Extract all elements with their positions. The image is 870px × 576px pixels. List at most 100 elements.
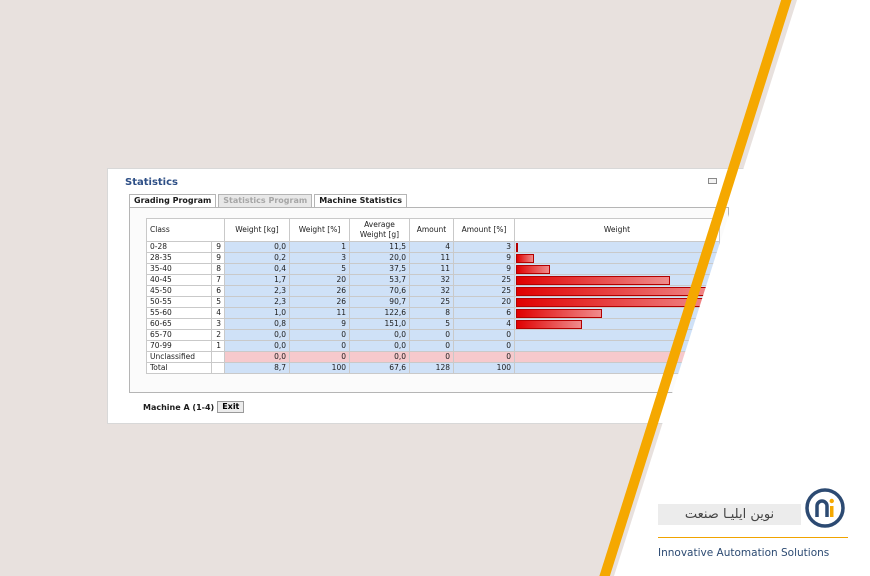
cell-weight-pct: 9: [289, 318, 350, 330]
cell-average-weight: 90,7: [349, 296, 410, 308]
cell-weight-bar: [514, 285, 720, 297]
table-row: 40-45 7 1,7 20 53,7 32 25: [146, 274, 720, 286]
table-row: 60-65 3 0,8 9 151,0 5 4: [146, 318, 720, 330]
cell-class: 40-45: [146, 274, 212, 286]
cell-weight-bar: [514, 296, 720, 308]
cell-class: 55-60: [146, 307, 212, 319]
cell-amount: 0: [409, 329, 454, 341]
cell-machine-number: 7: [211, 274, 225, 286]
cell-machine-number: 9: [211, 241, 225, 253]
cell-machine-number: 4: [211, 307, 225, 319]
cell-weight-pct: 0: [289, 351, 350, 363]
table-row: 45-50 6 2,3 26 70,6 32 25: [146, 285, 720, 297]
cell-weight-kg: 1,7: [224, 274, 290, 286]
cell-weight-kg: 1,0: [224, 307, 290, 319]
cell-weight-pct: 5: [289, 263, 350, 275]
cell-class: Unclassified: [146, 351, 212, 363]
cell-amount: 4: [409, 241, 454, 253]
cell-class: 65-70: [146, 329, 212, 341]
table-header-row: Class Weight [kg] Weight [%] Average Wei…: [146, 218, 720, 242]
cell-weight-kg: 0,4: [224, 263, 290, 275]
cell-weight-kg: 2,3: [224, 285, 290, 297]
weight-bar: [516, 276, 670, 285]
cell-weight-bar: [514, 263, 720, 275]
cell-machine-number: 6: [211, 285, 225, 297]
weight-bar: [516, 298, 716, 307]
cell-average-weight: 20,0: [349, 252, 410, 264]
cell-weight-bar: [514, 362, 720, 374]
table-body: 0-28 9 0,0 1 11,5 4 3 28-35 9 0,2 3 20,0 11 9 35-40 8 0,…: [146, 241, 720, 374]
cell-weight-kg: 0,0: [224, 340, 290, 352]
cell-weight-kg: 0,0: [224, 329, 290, 341]
cell-weight-bar: [514, 274, 720, 286]
cell-machine-number: [211, 362, 225, 374]
logo-mark-icon: [805, 488, 845, 528]
statistics-window: Statistics Grading Program Statistics Pr…: [107, 168, 757, 424]
table-row: Total 8,7 100 67,6 128 100: [146, 362, 720, 374]
header-weight-bar: Weight: [514, 218, 720, 242]
cell-class: 45-50: [146, 285, 212, 297]
cell-amount: 32: [409, 285, 454, 297]
cell-class: Total: [146, 362, 212, 374]
cell-weight-pct: 1: [289, 241, 350, 253]
cell-average-weight: 122,6: [349, 307, 410, 319]
grading-panel: Class Weight [kg] Weight [%] Average Wei…: [129, 207, 729, 393]
cell-weight-kg: 2,3: [224, 296, 290, 308]
cell-average-weight: 70,6: [349, 285, 410, 297]
cell-weight-pct: 100: [289, 362, 350, 374]
cell-amount: 11: [409, 252, 454, 264]
header-weight-kg: Weight [kg]: [224, 218, 290, 242]
tab-statistics-program[interactable]: Statistics Program: [218, 194, 313, 207]
cell-average-weight: 37,5: [349, 263, 410, 275]
cell-average-weight: 0,0: [349, 351, 410, 363]
cell-amount: 128: [409, 362, 454, 374]
weight-bar: [516, 254, 534, 263]
cell-amount: 32: [409, 274, 454, 286]
cell-amount-pct: 0: [453, 351, 515, 363]
cell-amount-pct: 9: [453, 263, 515, 275]
cell-class: 70-99: [146, 340, 212, 352]
cell-weight-pct: 26: [289, 285, 350, 297]
logo-english-name: Innovative Automation Solutions: [658, 547, 830, 559]
exit-button[interactable]: Exit: [217, 401, 245, 413]
header-amount-pct: Amount [%]: [453, 218, 515, 242]
cell-machine-number: 9: [211, 252, 225, 264]
cell-class: 35-40: [146, 263, 212, 275]
cell-amount-pct: 0: [453, 340, 515, 352]
cell-weight-bar: [514, 252, 720, 264]
cell-machine-number: 1: [211, 340, 225, 352]
header-class: Class: [146, 218, 225, 242]
table-row: 35-40 8 0,4 5 37,5 11 9: [146, 263, 720, 275]
cell-amount-pct: 25: [453, 285, 515, 297]
cell-weight-bar: [514, 340, 720, 352]
window-title: Statistics: [125, 177, 178, 188]
cell-amount: 0: [409, 340, 454, 352]
cell-class: 50-55: [146, 296, 212, 308]
cell-weight-pct: 0: [289, 340, 350, 352]
header-average-weight: Average Weight [g]: [349, 218, 410, 242]
minimize-icon[interactable]: [708, 178, 717, 184]
statistics-table: Class Weight [kg] Weight [%] Average Wei…: [146, 218, 720, 374]
cell-machine-number: 3: [211, 318, 225, 330]
weight-bar: [516, 320, 582, 329]
tab-machine-statistics[interactable]: Machine Statistics: [314, 194, 408, 207]
cell-amount: 25: [409, 296, 454, 308]
cell-weight-kg: 8,7: [224, 362, 290, 374]
table-row: 28-35 9 0,2 3 20,0 11 9: [146, 252, 720, 264]
cell-amount: 0: [409, 351, 454, 363]
cell-average-weight: 151,0: [349, 318, 410, 330]
cell-weight-bar: [514, 318, 720, 330]
cell-class: 28-35: [146, 252, 212, 264]
cell-weight-bar: [514, 307, 720, 319]
table-row: 65-70 2 0,0 0 0,0 0 0: [146, 329, 720, 341]
cell-amount-pct: 0: [453, 329, 515, 341]
tab-grading-program[interactable]: Grading Program: [129, 194, 217, 207]
cell-average-weight: 11,5: [349, 241, 410, 253]
footer: Machine A (1-4) Exit: [143, 401, 245, 413]
cell-amount-pct: 20: [453, 296, 515, 308]
cell-weight-pct: 3: [289, 252, 350, 264]
weight-bar: [516, 309, 602, 318]
cell-amount-pct: 25: [453, 274, 515, 286]
company-logo: نوین ایلیـا صنعت Innovative Automation S…: [658, 487, 858, 567]
table-row: 0-28 9 0,0 1 11,5 4 3: [146, 241, 720, 253]
